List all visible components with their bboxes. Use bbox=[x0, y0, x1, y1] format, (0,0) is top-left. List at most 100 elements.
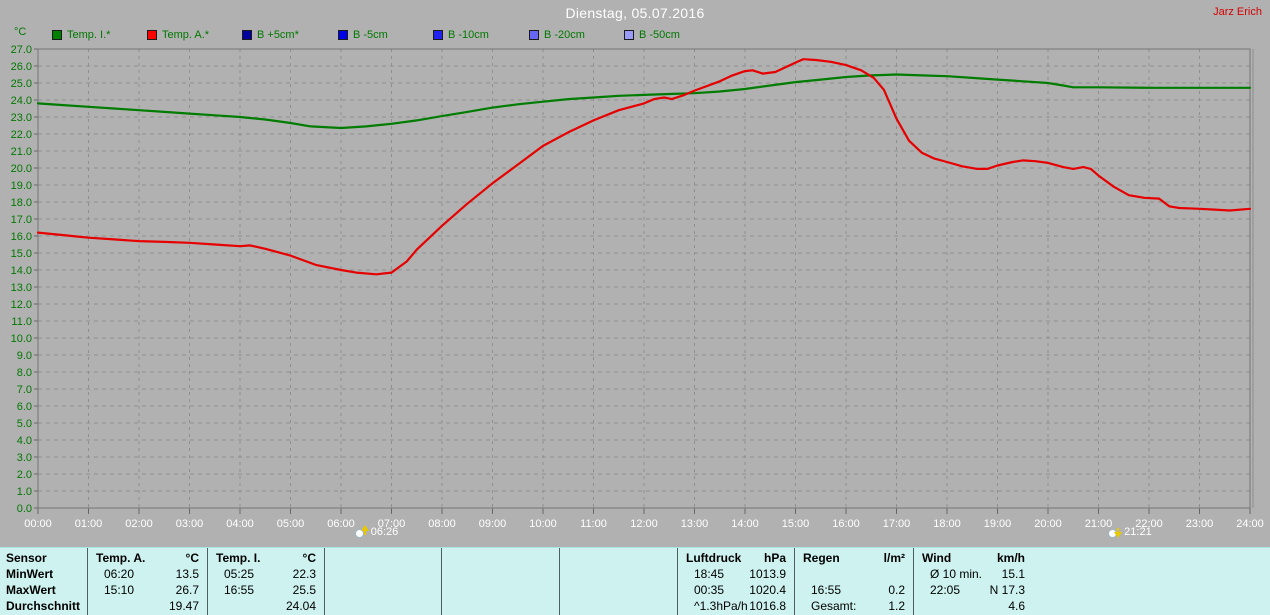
column-header-temp-i--value: °C bbox=[302, 551, 316, 565]
column-header-luftdruck: Luftdruck hPa bbox=[678, 550, 794, 566]
temp-a--row-1: 15:10 26.7 bbox=[88, 582, 207, 598]
y-axis-label: 16.0 bbox=[11, 231, 32, 243]
wind-row-1-value: N 17.3 bbox=[989, 583, 1025, 597]
x-axis-label: 15:00 bbox=[782, 518, 810, 530]
y-axis-label: 26.0 bbox=[11, 61, 32, 73]
temp-a--row-0-label: 06:20 bbox=[104, 567, 135, 581]
chart-plot: 0.0 1.0 2.0 3.0 4.0 5.0 6.0 7.0 8.0 9.0 10.0 11.0 12… bbox=[11, 44, 1264, 530]
x-axis-label: 18:00 bbox=[933, 518, 961, 530]
x-axis-label: 16:00 bbox=[832, 518, 860, 530]
column-header-wind-label: Wind bbox=[922, 551, 952, 565]
column-header-empty-3 bbox=[442, 550, 559, 566]
x-axis-label: 01:00 bbox=[75, 518, 103, 530]
x-axis-label: 02:00 bbox=[125, 518, 153, 530]
y-axis-label: 10.0 bbox=[11, 333, 32, 345]
x-axis-label: 23:00 bbox=[1186, 518, 1214, 530]
sunrise-icon bbox=[354, 525, 369, 538]
plot-frame bbox=[37, 48, 1251, 509]
x-axis-label: 04:00 bbox=[226, 518, 254, 530]
y-axis-label: 22.0 bbox=[11, 129, 32, 141]
y-axis-label: 1.0 bbox=[17, 486, 32, 498]
y-axis-label: 5.0 bbox=[17, 418, 32, 430]
summary-table: Sensor MinWert MaxWert Durchschnitt Temp. A.… bbox=[0, 547, 1270, 615]
column-header-regen-value: l/m² bbox=[883, 551, 905, 565]
y-axis-label: 11.0 bbox=[11, 316, 32, 328]
temp-i--row-0-label: 05:25 bbox=[224, 567, 255, 581]
y-axis-label: 25.0 bbox=[11, 78, 32, 90]
y-axis-label: 27.0 bbox=[11, 44, 32, 56]
x-axis-label: 20:00 bbox=[1034, 518, 1062, 530]
column-header-temp-i-: Temp. I. °C bbox=[208, 550, 324, 566]
y-axis-label: 8.0 bbox=[17, 367, 32, 379]
sunrise-time: 06:26 bbox=[370, 525, 399, 538]
x-axis-label: 00:00 bbox=[24, 518, 52, 530]
sunset-marker: 21:21 bbox=[1108, 525, 1152, 538]
empty-2-row-1 bbox=[325, 582, 441, 598]
wind-row-2-value: 4.6 bbox=[1008, 599, 1025, 613]
x-axis-label: 19:00 bbox=[984, 518, 1012, 530]
wind-row-0-label: Ø 10 min. bbox=[930, 567, 983, 581]
y-axis-label: 7.0 bbox=[17, 384, 32, 396]
regen-row-1: 16:55 0.2 bbox=[795, 582, 913, 598]
column-header-temp-a--label: Temp. A. bbox=[96, 551, 146, 565]
row-label-maxwert: MaxWert bbox=[0, 582, 87, 598]
y-axis-label: 24.0 bbox=[11, 95, 32, 107]
regen-row-1-label: 16:55 bbox=[811, 583, 842, 597]
x-axis-label: 12:00 bbox=[630, 518, 658, 530]
empty-4-row-0 bbox=[560, 566, 677, 582]
empty-4-row-1 bbox=[560, 582, 677, 598]
y-axis-label: 18.0 bbox=[11, 197, 32, 209]
table-column-empty-4 bbox=[559, 548, 677, 615]
temp-i--row-0: 05:25 22.3 bbox=[208, 566, 324, 582]
temp-i--row-1-label: 16:55 bbox=[224, 583, 255, 597]
column-header-luftdruck-label: Luftdruck bbox=[686, 551, 742, 565]
temp-a--row-0-value: 13.5 bbox=[175, 567, 199, 581]
wind-row-1-label: 22:05 bbox=[930, 583, 961, 597]
x-axis-label: 17:00 bbox=[883, 518, 911, 530]
table-column-temp-a-: Temp. A. °C 06:20 13.5 15:10 26.7 19.47 bbox=[87, 548, 207, 615]
table-filler bbox=[1033, 548, 1270, 615]
wind-row-0: Ø 10 min. 15.1 bbox=[914, 566, 1033, 582]
x-axis-label: 10:00 bbox=[529, 518, 557, 530]
row-label-durchschnitt: Durchschnitt bbox=[0, 598, 87, 614]
y-axis-label: 20.0 bbox=[11, 163, 32, 175]
column-header-empty-2 bbox=[325, 550, 441, 566]
luftdruck-row-0-label: 18:45 bbox=[694, 567, 725, 581]
y-axis-label: 12.0 bbox=[11, 299, 32, 311]
sunrise-marker: 06:26 bbox=[354, 525, 399, 538]
column-header-luftdruck-value: hPa bbox=[763, 551, 786, 565]
regen-row-2: Gesamt: 1.2 bbox=[795, 598, 913, 614]
row-label-minwert-label: MinWert bbox=[6, 567, 54, 581]
luftdruck-row-1-value: 1020.4 bbox=[749, 583, 786, 597]
sunset-icon bbox=[1108, 525, 1123, 538]
table-column-luftdruck: Luftdruck hPa 18:45 1013.9 00:35 1020.4 ^1.3hP… bbox=[677, 548, 794, 615]
table-column-empty-3 bbox=[441, 548, 559, 615]
column-header-temp-i--label: Temp. I. bbox=[216, 551, 261, 565]
regen-row-0 bbox=[795, 566, 913, 582]
y-axis-label: 15.0 bbox=[11, 248, 32, 260]
temp-i--row-1: 16:55 25.5 bbox=[208, 582, 324, 598]
row-label-durchschnitt-label: Durchschnitt bbox=[6, 599, 81, 613]
temp-i--row-2: 24.04 bbox=[208, 598, 324, 614]
table-row-label-column: Sensor MinWert MaxWert Durchschnitt bbox=[0, 548, 87, 615]
y-axis-label: 21.0 bbox=[11, 146, 32, 158]
temp-a--row-2-value: 19.47 bbox=[168, 599, 199, 613]
row-label-sensor-label: Sensor bbox=[6, 551, 47, 565]
empty-3-row-1 bbox=[442, 582, 559, 598]
column-header-temp-a--value: °C bbox=[185, 551, 199, 565]
y-axis-label: 0.0 bbox=[17, 503, 32, 515]
regen-row-2-label: Gesamt: bbox=[811, 599, 857, 613]
column-header-temp-a-: Temp. A. °C bbox=[88, 550, 207, 566]
y-axis-label: 17.0 bbox=[11, 214, 32, 226]
luftdruck-row-2: ^1.3hPa/h 1016.8 bbox=[678, 598, 794, 614]
temp-a--row-0: 06:20 13.5 bbox=[88, 566, 207, 582]
y-axis-label: 13.0 bbox=[11, 282, 32, 294]
column-header-wind-value: km/h bbox=[996, 551, 1025, 565]
y-axis-label: 14.0 bbox=[11, 265, 32, 277]
column-header-regen: Regen l/m² bbox=[795, 550, 913, 566]
x-axis-label: 09:00 bbox=[479, 518, 507, 530]
empty-3-row-2 bbox=[442, 598, 559, 614]
luftdruck-row-0: 18:45 1013.9 bbox=[678, 566, 794, 582]
regen-row-1-value: 0.2 bbox=[888, 583, 905, 597]
x-axis-label: 03:00 bbox=[176, 518, 204, 530]
